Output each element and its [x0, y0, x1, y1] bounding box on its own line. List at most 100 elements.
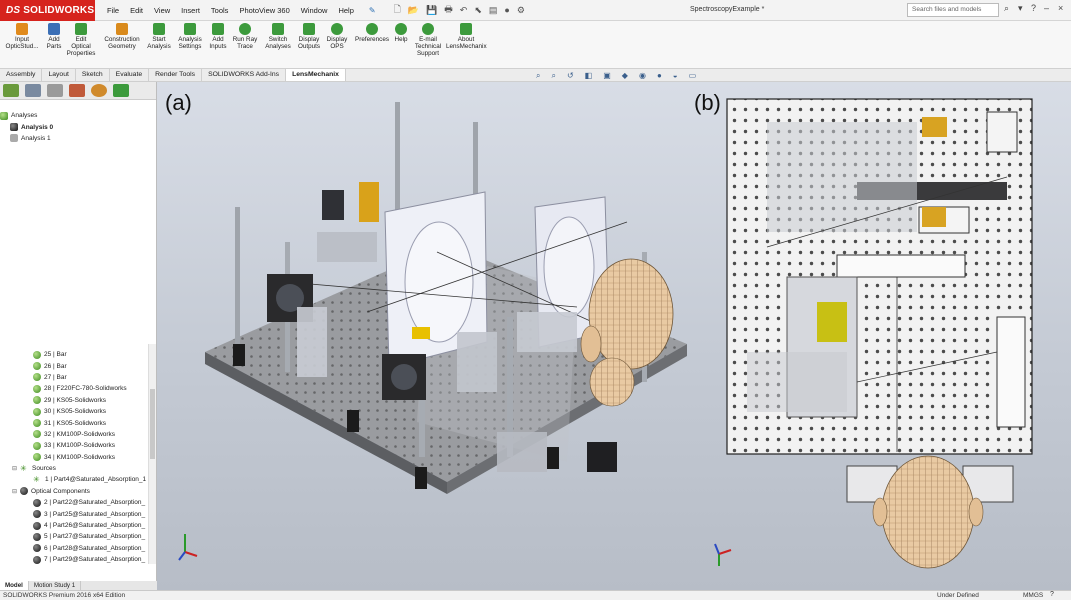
- tree-part[interactable]: 31 | KS05-Solidworks: [0, 417, 150, 428]
- display-ops-button[interactable]: Display OPS: [325, 23, 349, 50]
- tree-part[interactable]: 33 | KM100P-Solidworks: [0, 440, 150, 451]
- property-manager-icon[interactable]: [25, 84, 41, 97]
- menu-insert[interactable]: Insert: [181, 6, 200, 15]
- options-icon[interactable]: ⚙: [517, 5, 525, 16]
- tab-sketch[interactable]: Sketch: [76, 69, 110, 81]
- select-icon[interactable]: ⬉: [474, 5, 482, 16]
- tree-source-item[interactable]: ✳ 1 | Part4@Saturated_Absorption_1: [0, 474, 150, 485]
- tree-part[interactable]: 26 | Bar: [0, 360, 150, 371]
- analyses-tree: Analyses Analysis 0 Analysis 1: [0, 110, 150, 144]
- lensmechanix-pane-icon[interactable]: [113, 84, 129, 97]
- view-settings-icon[interactable]: ▭: [689, 71, 697, 81]
- menu-tools[interactable]: Tools: [211, 6, 229, 15]
- tree-optical-item[interactable]: 6 | Part28@Saturated_Absorption_: [0, 543, 150, 554]
- document-title: SpectroscopyExample *: [690, 6, 765, 13]
- graphics-area[interactable]: (a) (b): [157, 82, 1071, 590]
- dimxpert-icon[interactable]: [69, 84, 85, 97]
- tab-evaluate[interactable]: Evaluate: [110, 69, 150, 81]
- help-button[interactable]: Help: [392, 23, 410, 43]
- feature-manager-icon[interactable]: [3, 84, 19, 97]
- menu-view[interactable]: View: [154, 6, 170, 15]
- tab-motion-study[interactable]: Motion Study 1: [29, 581, 82, 590]
- expand-icon[interactable]: ⊟: [12, 488, 17, 495]
- start-analysis-button[interactable]: Start Analysis: [146, 23, 172, 50]
- tree-optical-item[interactable]: 4 | Part26@Saturated_Absorption_: [0, 520, 150, 531]
- input-optic-stud-button[interactable]: Input OpticStud...: [4, 23, 40, 50]
- zoom-fit-icon[interactable]: ⌕: [536, 71, 540, 81]
- add-parts-button[interactable]: Add Parts: [42, 23, 66, 50]
- menu-file[interactable]: File: [107, 6, 119, 15]
- tab-addins[interactable]: SOLIDWORKS Add-Ins: [202, 69, 287, 81]
- tree-scrollbar[interactable]: [148, 344, 156, 564]
- menu-window[interactable]: Window: [301, 6, 328, 15]
- close-icon[interactable]: ×: [1058, 3, 1063, 13]
- tree-part[interactable]: 29 | KS05-Solidworks: [0, 395, 150, 406]
- isometric-breadboard-view: [205, 102, 687, 494]
- tab-render-tools[interactable]: Render Tools: [149, 69, 203, 81]
- display-style-icon[interactable]: ◆: [622, 71, 628, 81]
- view-orientation-icon[interactable]: ▣: [603, 71, 611, 81]
- rebuild-icon[interactable]: ●: [504, 5, 509, 15]
- expand-icon[interactable]: ⊟: [12, 465, 17, 472]
- tab-model[interactable]: Model: [0, 581, 29, 590]
- part-icon: [33, 362, 41, 371]
- chevron-down-icon[interactable]: ▾: [1018, 3, 1023, 14]
- add-inputs-button[interactable]: Add Inputs: [206, 23, 230, 50]
- tree-analyses-root[interactable]: Analyses: [0, 110, 150, 121]
- tab-assembly[interactable]: Assembly: [0, 69, 43, 81]
- menu-help[interactable]: Help: [338, 6, 353, 15]
- status-units[interactable]: MMGS: [1023, 592, 1043, 599]
- switch-analyses-button[interactable]: Switch Analyses: [263, 23, 293, 50]
- tree-optical-item[interactable]: 2 | Part22@Saturated_Absorption_: [0, 497, 150, 508]
- panel-label-a: (a): [165, 90, 192, 115]
- tree-optical-components[interactable]: ⊟ Optical Components: [0, 486, 150, 497]
- file-properties-icon[interactable]: ▤: [489, 5, 498, 16]
- tree-part[interactable]: 25 | Bar: [0, 349, 150, 360]
- configuration-manager-icon[interactable]: [47, 84, 63, 97]
- tab-lensmechanix[interactable]: LensMechanix: [286, 69, 346, 81]
- preferences-button[interactable]: Preferences: [352, 23, 392, 43]
- scene-icon[interactable]: ◒: [673, 71, 678, 81]
- new-document-icon[interactable]: 🗋: [394, 2, 401, 18]
- help-icon[interactable]: ?: [1031, 3, 1036, 13]
- analysis-settings-button[interactable]: Analysis Settings: [175, 23, 205, 50]
- help-icon[interactable]: ?: [1050, 591, 1054, 598]
- solidworks-logo[interactable]: DS SOLIDWORKS: [0, 0, 95, 21]
- save-icon[interactable]: 💾: [426, 5, 437, 16]
- pin-icon[interactable]: ✎: [369, 6, 376, 15]
- display-outputs-button[interactable]: Display Outputs: [294, 23, 324, 50]
- tree-optical-item[interactable]: 3 | Part25@Saturated_Absorption_: [0, 508, 150, 519]
- minimize-icon[interactable]: –: [1044, 3, 1049, 13]
- zoom-area-icon[interactable]: ⌕: [551, 71, 555, 81]
- construction-geometry-button[interactable]: Construction Geometry: [101, 23, 143, 50]
- tree-part[interactable]: 32 | KM100P-Solidworks: [0, 429, 150, 440]
- print-icon[interactable]: 🖶: [444, 2, 453, 18]
- display-manager-icon[interactable]: [91, 84, 107, 97]
- lens-icon: [33, 532, 41, 541]
- menu-photoview[interactable]: PhotoView 360: [239, 6, 289, 15]
- search-input[interactable]: Search files and models: [907, 3, 999, 17]
- run-ray-trace-button[interactable]: Run Ray Trace: [232, 23, 258, 50]
- appearance-icon[interactable]: ●: [657, 71, 662, 81]
- tree-part[interactable]: 30 | KS05-Solidworks: [0, 406, 150, 417]
- tree-optical-item[interactable]: 5 | Part27@Saturated_Absorption_: [0, 531, 150, 542]
- tree-analysis-1[interactable]: Analysis 1: [0, 133, 150, 144]
- hide-show-icon[interactable]: ◉: [639, 71, 646, 81]
- section-view-icon[interactable]: ◧: [585, 71, 593, 81]
- tree-optical-item[interactable]: 7 | Part29@Saturated_Absorption_: [0, 554, 150, 565]
- scrollbar-thumb[interactable]: [150, 389, 155, 459]
- undo-icon[interactable]: ↶: [460, 5, 468, 16]
- about-lensmechanix-button[interactable]: About LensMechanix: [446, 23, 487, 50]
- email-support-button[interactable]: E-mail Technical Support: [411, 23, 445, 57]
- tab-layout[interactable]: Layout: [42, 69, 76, 81]
- tree-sources[interactable]: ⊟ ✳ Sources: [0, 463, 150, 474]
- edit-optical-properties-button[interactable]: Edit Optical Properties: [66, 23, 96, 57]
- tree-part[interactable]: 34 | KM100P-Solidworks: [0, 452, 150, 463]
- previous-view-icon[interactable]: ↺: [567, 71, 574, 81]
- tree-part[interactable]: 27 | Bar: [0, 372, 150, 383]
- search-icon[interactable]: ⌕: [1004, 3, 1009, 14]
- open-icon[interactable]: 📂: [408, 5, 419, 16]
- tree-part[interactable]: 28 | F220FC-780-Solidworks: [0, 383, 150, 394]
- menu-edit[interactable]: Edit: [130, 6, 143, 15]
- tree-analysis-0[interactable]: Analysis 0: [0, 121, 150, 132]
